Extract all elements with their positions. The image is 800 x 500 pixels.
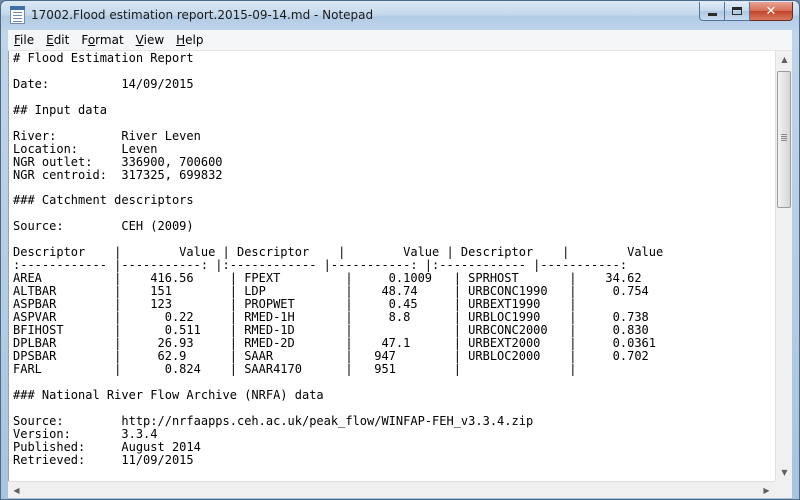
menu-view[interactable]: View <box>130 31 170 50</box>
text-line[interactable]: DPLBAR | 26.93 | RMED-2D | 47.1 | URBEXT… <box>13 337 773 350</box>
horizontal-scrollbar[interactable]: ◀ ▶ <box>8 481 775 498</box>
text-line[interactable]: Published: August 2014 <box>13 440 773 454</box>
text-line[interactable]: Source: http://nrfaapps.ceh.ac.uk/peak_f… <box>13 414 773 428</box>
menu-help[interactable]: Help <box>170 31 209 50</box>
scroll-left-button[interactable]: ◀ <box>8 482 25 499</box>
arrow-down-icon: ▼ <box>781 468 788 477</box>
text-line[interactable]: Source: CEH (2009) <box>13 220 773 233</box>
menu-file[interactable]: File <box>8 31 40 50</box>
text-line[interactable]: Retrieved: 11/09/2015 <box>13 453 773 467</box>
arrow-up-icon: ▲ <box>781 55 788 64</box>
text-line[interactable] <box>13 117 773 130</box>
caption-buttons: ✕ <box>699 2 793 21</box>
text-line[interactable] <box>13 65 773 78</box>
close-icon: ✕ <box>765 3 777 19</box>
notepad-window: 17002.Flood estimation report.2015-09-14… <box>0 0 800 500</box>
text-line[interactable]: FARL | 0.824 | SAAR4170 | 951 | | <box>13 362 773 376</box>
text-line[interactable]: Date: 14/09/2015 <box>13 77 773 91</box>
close-button[interactable]: ✕ <box>750 2 793 21</box>
menu-format[interactable]: Format <box>75 31 129 50</box>
scroll-right-button[interactable]: ▶ <box>758 482 775 499</box>
maximize-button[interactable] <box>725 2 750 21</box>
document-text[interactable]: # Flood Estimation Report Date: 14/09/20… <box>13 52 773 467</box>
maximize-icon <box>732 7 742 15</box>
scroll-down-button[interactable]: ▼ <box>776 464 793 481</box>
window-title: 17002.Flood estimation report.2015-09-14… <box>31 8 374 22</box>
text-line[interactable]: ## Input data <box>13 103 773 117</box>
text-line[interactable]: Version: 3.3.4 <box>13 427 773 441</box>
vertical-scrollbar[interactable]: ▲ ▼ <box>775 51 792 481</box>
text-editor-area[interactable]: # Flood Estimation Report Date: 14/09/20… <box>8 51 775 481</box>
minimize-button[interactable] <box>699 2 725 21</box>
minimize-icon <box>707 12 717 16</box>
menu-edit[interactable]: Edit <box>40 31 75 50</box>
scroll-up-button[interactable]: ▲ <box>776 51 793 68</box>
grip-icon <box>781 134 787 135</box>
title-bar[interactable]: 17002.Flood estimation report.2015-09-14… <box>1 1 799 30</box>
arrow-left-icon: ◀ <box>13 486 20 495</box>
text-line[interactable]: ### National River Flow Archive (NRFA) d… <box>13 388 773 402</box>
text-line[interactable]: Location: Leven <box>13 142 773 156</box>
text-line[interactable]: NGR centroid: 317325, 699832 <box>13 168 773 182</box>
vertical-scroll-thumb[interactable] <box>777 71 791 208</box>
menu-bar: File Edit Format View Help <box>8 30 792 51</box>
arrow-right-icon: ▶ <box>763 486 770 495</box>
text-line[interactable]: ### Catchment descriptors <box>13 194 773 207</box>
text-line[interactable] <box>13 91 773 104</box>
text-line[interactable] <box>13 402 773 415</box>
text-line[interactable]: DPSBAR | 62.9 | SAAR | 947 | URBLOC2000 … <box>13 349 773 363</box>
text-line[interactable]: # Flood Estimation Report <box>13 52 773 65</box>
scrollbar-corner <box>775 481 792 498</box>
notepad-app-icon[interactable] <box>10 6 25 24</box>
text-line[interactable] <box>13 376 773 389</box>
text-line[interactable]: River: River Leven <box>13 129 773 143</box>
text-line[interactable]: NGR outlet: 336900, 700600 <box>13 155 773 169</box>
